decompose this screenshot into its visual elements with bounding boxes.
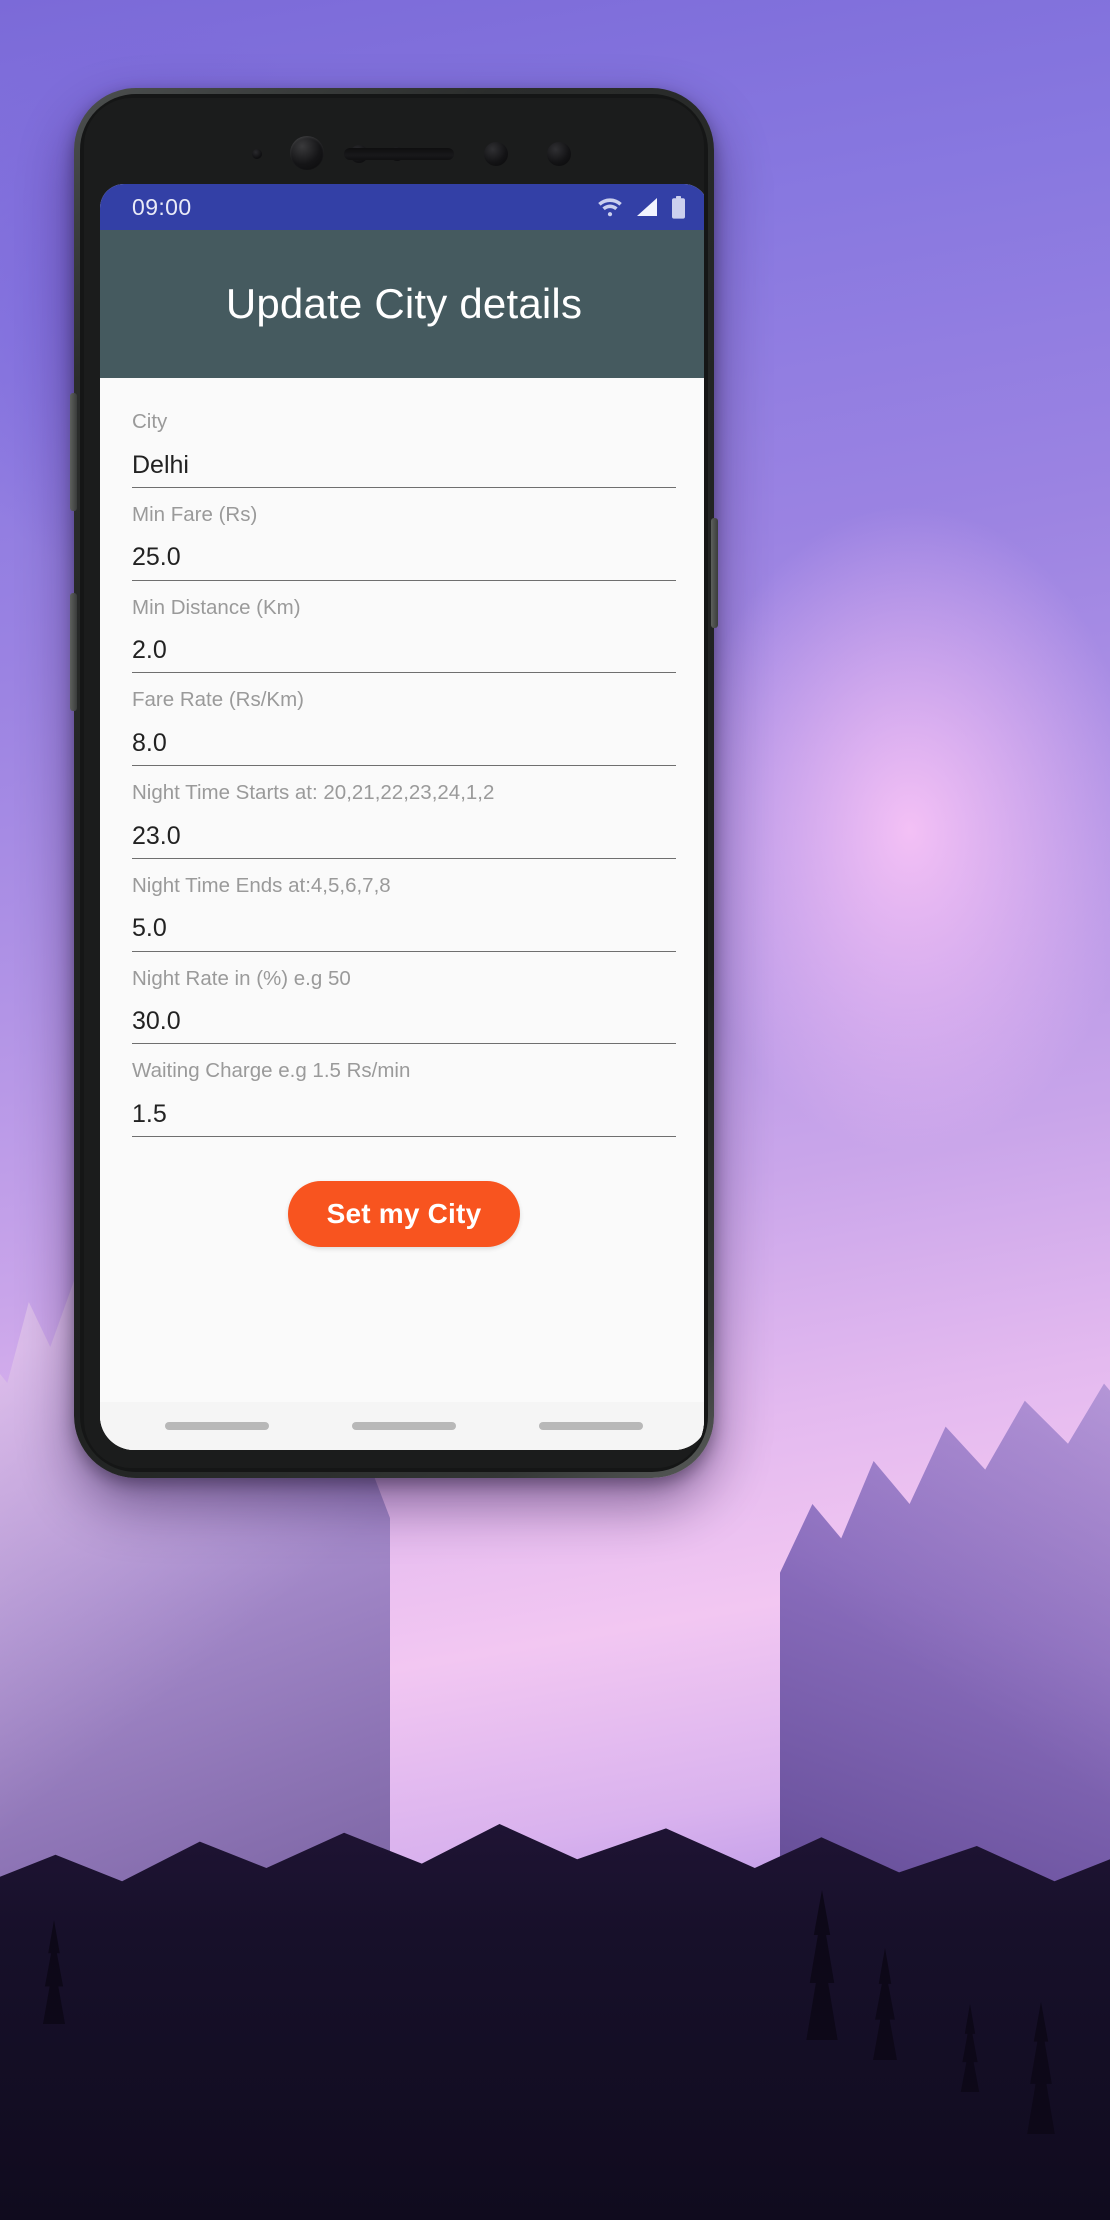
power-button[interactable] xyxy=(711,518,718,628)
field-value: 25.0 xyxy=(132,543,181,572)
field-night-rate: Night Rate in (%) e.g 50 30.0 xyxy=(132,966,676,1045)
app-bar: Update City details xyxy=(100,230,704,378)
field-label: Night Time Starts at: 20,21,22,23,24,1,2 xyxy=(132,781,495,804)
field-fare-rate: Fare Rate (Rs/Km) 8.0 xyxy=(132,690,676,766)
status-bar: 09:00 xyxy=(100,184,704,230)
field-label: Night Time Ends at:4,5,6,7,8 xyxy=(132,873,391,897)
phone-screen: 09:00 Update City details City Delhi Min… xyxy=(100,184,704,1450)
field-value: 23.0 xyxy=(132,821,181,850)
tertiary-sensor-icon xyxy=(547,142,571,166)
night-rate-input[interactable]: 30.0 xyxy=(132,991,676,1045)
wifi-icon xyxy=(597,197,623,217)
field-night-time-start: Night Time Starts at: 20,21,22,23,24,1,2… xyxy=(132,781,676,859)
field-label: Night Rate in (%) e.g 50 xyxy=(132,966,351,990)
field-value: Delhi xyxy=(132,450,189,479)
field-label: City xyxy=(132,410,168,433)
field-label: Min Fare (Rs) xyxy=(132,502,258,526)
android-navigation-bar xyxy=(100,1402,704,1450)
field-value: 5.0 xyxy=(132,914,167,943)
night-time-end-input[interactable]: 5.0 xyxy=(132,898,676,952)
min-distance-input[interactable]: 2.0 xyxy=(132,620,676,674)
field-min-distance: Min Distance (Km) 2.0 xyxy=(132,595,676,674)
field-value: 8.0 xyxy=(132,728,167,757)
min-fare-input[interactable]: 25.0 xyxy=(132,527,676,581)
front-camera-icon xyxy=(290,136,324,170)
secondary-camera-icon xyxy=(484,142,508,166)
waiting-charge-input[interactable]: 1.5 xyxy=(132,1084,676,1137)
status-bar-icons xyxy=(597,195,686,219)
field-city: City Delhi xyxy=(132,410,676,488)
field-night-time-end: Night Time Ends at:4,5,6,7,8 5.0 xyxy=(132,873,676,952)
field-value: 2.0 xyxy=(132,636,167,664)
phone-bezel: 09:00 Update City details City Delhi Min… xyxy=(84,98,704,1468)
earpiece-speaker-icon xyxy=(344,148,454,160)
ambient-light-sensor-icon xyxy=(252,149,262,159)
field-waiting-charge: Waiting Charge e.g 1.5 Rs/min 1.5 xyxy=(132,1061,676,1137)
city-input[interactable]: Delhi xyxy=(132,435,676,488)
field-label: Min Distance (Km) xyxy=(132,595,301,619)
field-value: 30.0 xyxy=(132,1007,181,1035)
page-title: Update City details xyxy=(225,280,583,327)
field-min-fare: Min Fare (Rs) 25.0 xyxy=(132,502,676,581)
set-my-city-button[interactable]: Set my City xyxy=(287,1181,521,1247)
field-label: Fare Rate (Rs/Km) xyxy=(132,688,304,712)
city-details-form: City Delhi Min Fare (Rs) 25.0 Min Distan… xyxy=(100,378,704,1450)
volume-up-button[interactable] xyxy=(70,393,77,511)
back-pill[interactable] xyxy=(538,1422,643,1430)
night-time-start-input[interactable]: 23.0 xyxy=(132,806,676,859)
fare-rate-input[interactable]: 8.0 xyxy=(132,713,676,766)
submit-button-row: Set my City xyxy=(132,1154,676,1247)
home-pill[interactable] xyxy=(351,1422,456,1430)
field-label: Waiting Charge e.g 1.5 Rs/min xyxy=(132,1059,411,1083)
field-value: 1.5 xyxy=(132,1099,167,1128)
volume-down-button[interactable] xyxy=(70,593,77,711)
battery-icon xyxy=(671,195,686,219)
status-bar-clock: 09:00 xyxy=(132,193,192,220)
recents-pill[interactable] xyxy=(165,1422,270,1430)
cellular-signal-icon xyxy=(636,197,658,217)
phone-device-frame: 09:00 Update City details City Delhi Min… xyxy=(70,88,718,1478)
